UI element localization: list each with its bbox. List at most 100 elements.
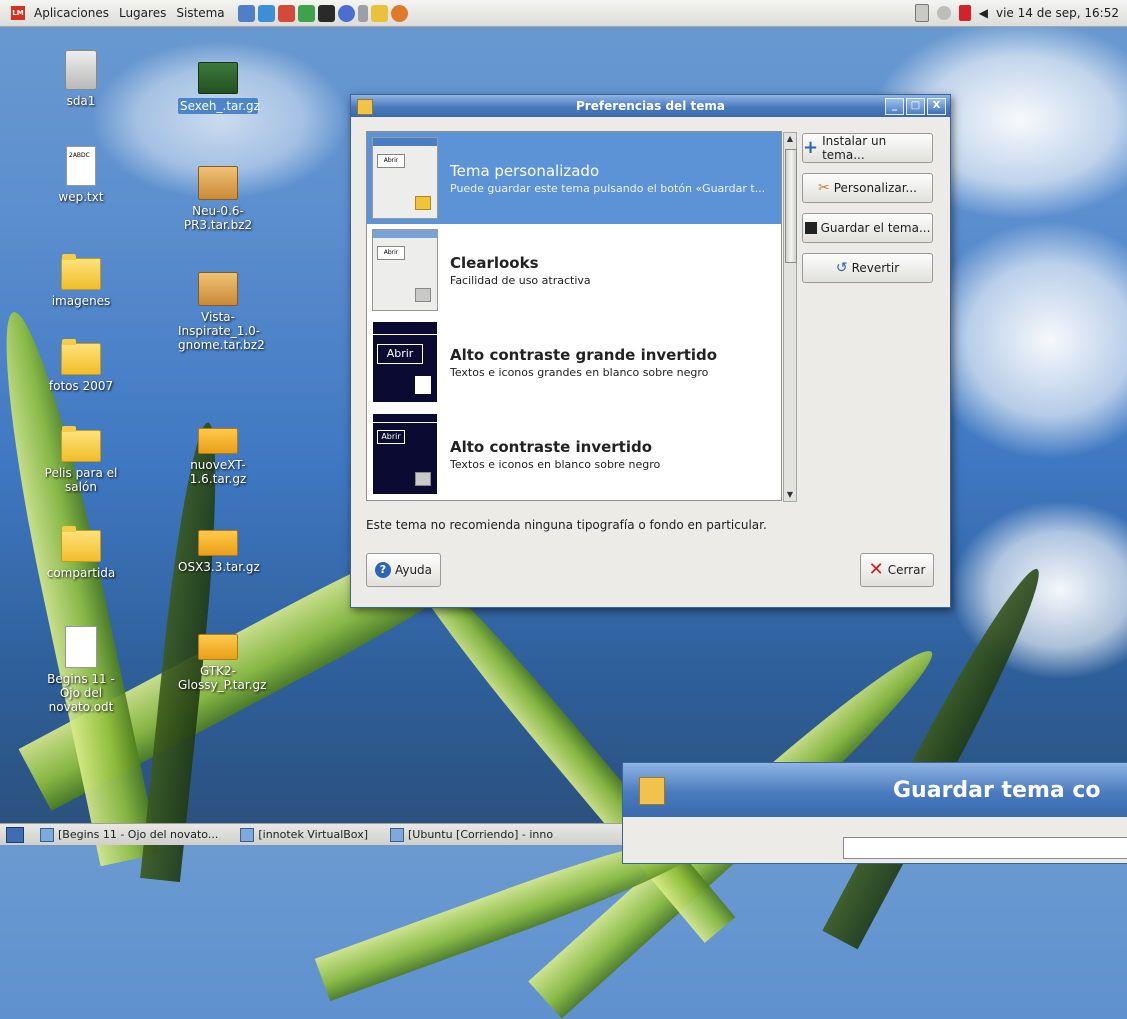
theme-hint-text: Este tema no recomienda ninguna tipograf… [366,518,767,532]
monitor-icon[interactable] [257,4,275,22]
text-file-icon: 2ABDC [66,146,96,186]
archive-icon [198,62,238,94]
desktop-icon-neu[interactable]: Neu-0.6-PR3.tar.bz2 [178,166,258,232]
theme-preview-icon: Abrir [372,137,438,219]
theme-list-scrollbar[interactable]: ▲ ▼ [783,132,797,502]
task-ubuntu-vm[interactable]: [Ubuntu [Corriendo] - inno [384,826,559,843]
desktop-icon-imagenes[interactable]: imagenes [41,254,121,308]
close-icon: ✕ [868,559,884,580]
desktop-icon-osx[interactable]: OSX3.3.tar.gz [178,530,260,574]
install-theme-button[interactable]: + Instalar un tema... [802,133,933,163]
clock[interactable]: vie 14 de sep, 16:52 [996,6,1119,20]
folder-icon [61,426,101,462]
launcher-bar [237,4,408,22]
document-icon [40,827,54,842]
folder-icon [61,339,101,375]
network-icon[interactable] [277,4,295,22]
terminal-icon[interactable] [317,4,335,22]
desktop-icon-fotos[interactable]: fotos 2007 [41,339,121,393]
archive-icon [198,634,238,660]
archive-icon [198,272,238,306]
desktop-icon-wep[interactable]: 2ABDC wep.txt [41,146,121,204]
window-icon [357,99,373,115]
theme-name: Alto contraste invertido [450,437,653,456]
minimize-button[interactable]: _ [885,98,904,115]
firefox-icon[interactable] [390,4,408,22]
save-icon [804,222,817,234]
task-begins[interactable]: [Begins 11 - Ojo del novato... [34,826,224,843]
task-virtualbox[interactable]: [innotek VirtualBox] [234,826,374,843]
theme-item-custom[interactable]: Abrir Tema personalizado Puede guardar e… [367,132,781,224]
help-button[interactable]: ? Ayuda [366,553,441,587]
theme-item-high-contrast-inverse[interactable]: Abrir Alto contraste invertido Textos e … [367,408,781,500]
theme-description: Textos e iconos en blanco sobre negro [450,457,661,471]
folder-icon [61,526,101,562]
menu-places[interactable]: Lugares [114,6,171,20]
close-window-button[interactable]: X [927,98,946,115]
theme-description: Textos e iconos grandes en blanco sobre … [450,365,709,379]
archive-icon [198,530,238,556]
plus-icon: + [803,137,819,158]
distro-logo-icon: LM [11,6,25,20]
desktop-icon-sexeh[interactable]: Sexeh_.tar.gz [178,62,260,114]
vm-icon [390,827,404,842]
desktop-icon-vista[interactable]: Vista-Inspirate_1.0-gnome.tar.bz2 [178,272,265,352]
desktop-icon-begins[interactable]: Begins 11 - Ojo del novato.odt [41,626,121,714]
desktop-icon-gtk2[interactable]: GTK2-Glossy_P.tar.gz [178,634,266,692]
messenger-icon[interactable] [337,4,355,22]
theme-item-clearlooks[interactable]: Abrir Clearlooks Facilidad de uso atract… [367,224,781,316]
bottom-panel: [Begins 11 - Ojo del novato... [innotek … [0,823,622,845]
maximize-button[interactable]: □ [906,98,925,115]
volume-icon[interactable]: ◀ [979,6,988,20]
desktop-icon-nuovext[interactable]: nuoveXT-1.6.tar.gz [178,428,258,486]
archive-icon [198,428,238,454]
menu-applications[interactable]: Aplicaciones [29,6,114,20]
theme-preferences-window: Preferencias del tema _ □ X Abrir Tema p… [350,94,951,608]
theme-description: Facilidad de uso atractiva [450,273,591,287]
files-icon[interactable] [237,4,255,22]
theme-preview-icon: Abrir [372,229,438,311]
update-icon[interactable] [958,5,971,21]
virtualbox-icon [240,827,255,842]
network-status-icon[interactable] [936,6,951,20]
save-theme-button[interactable]: Guardar el tema... [802,213,933,243]
save-theme-title: Guardar tema co [893,777,1101,803]
window-title: Preferencias del tema [576,99,725,113]
theme-description: Puede guardar este tema pulsando el botó… [450,181,766,195]
scrollbar-thumb[interactable] [785,149,797,263]
revert-button[interactable]: ↺ Revertir [802,253,933,283]
window-titlebar[interactable]: Preferencias del tema _ □ X [351,95,950,117]
app-icon[interactable] [357,4,368,22]
system-tray: ◀ vie 14 de sep, 16:52 [914,0,1119,26]
desktop-icon-pelis[interactable]: Pelis para el salón [41,426,121,494]
scroll-up-icon[interactable]: ▲ [784,133,796,145]
desktop-icon-sda1[interactable]: sda1 [41,50,121,108]
chat-icon[interactable] [297,4,315,22]
theme-name-field[interactable] [843,837,1127,859]
theme-item-high-contrast-large-inverse[interactable]: Abrir Alto contraste grande invertido Te… [367,316,781,408]
top-panel: LM Aplicaciones Lugares Sistema ◀ vie 14… [0,0,1127,27]
save-theme-window: Guardar tema co [622,762,1127,864]
desktop-icon-compartida[interactable]: compartida [41,526,121,580]
folder-icon [61,254,101,290]
paint-icon[interactable] [370,4,388,22]
theme-preview-icon: Abrir [372,321,438,403]
revert-icon: ↺ [835,260,848,276]
window-icon [639,777,665,805]
theme-name: Tema personalizado [450,161,600,180]
theme-preview-icon: Abrir [372,413,438,495]
show-desktop-icon[interactable] [6,826,24,843]
theme-name: Alto contraste grande invertido [450,345,718,364]
theme-list: Abrir Tema personalizado Puede guardar e… [366,131,782,501]
archive-icon [198,166,238,200]
tools-icon: ✂ [817,180,830,196]
scroll-down-icon[interactable]: ▼ [784,489,796,501]
battery-icon[interactable] [914,4,929,22]
drive-icon [65,50,97,90]
close-button[interactable]: ✕ Cerrar [860,553,934,587]
save-theme-titlebar[interactable]: Guardar tema co [623,763,1127,817]
customize-button[interactable]: ✂ Personalizar... [802,173,933,203]
help-icon: ? [374,562,391,578]
menu-system[interactable]: Sistema [171,6,229,20]
theme-name: Clearlooks [450,253,539,272]
